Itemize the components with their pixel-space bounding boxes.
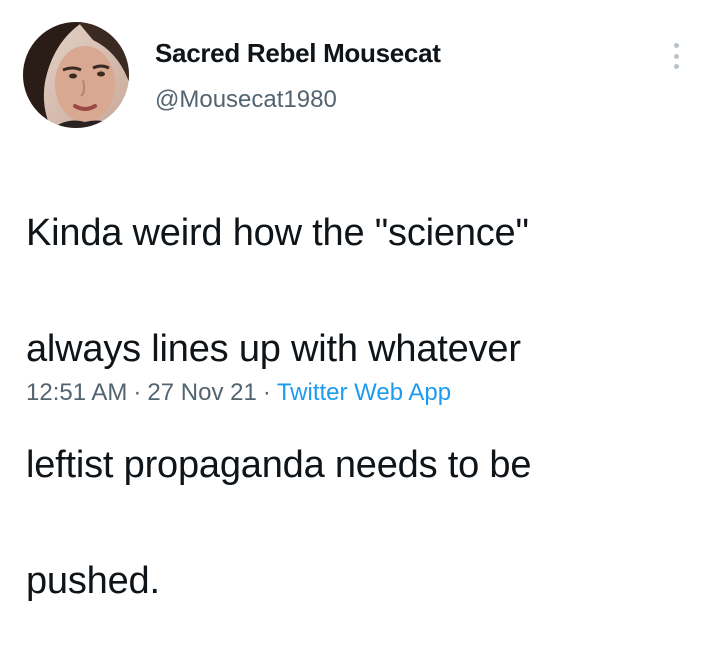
display-name[interactable]: Sacred Rebel Mousecat: [155, 38, 441, 69]
tweet-text-line: Kinda weird how the "science": [26, 212, 529, 254]
more-vertical-icon[interactable]: [664, 40, 688, 72]
profile-photo: [23, 22, 129, 128]
tweet-text-line: always lines up with whatever: [26, 328, 521, 370]
dot: [673, 43, 679, 48]
separator: ·: [133, 379, 142, 406]
tweet-time[interactable]: 12:51 AM: [26, 379, 127, 406]
tweet-card: Sacred Rebel Mousecat @Mousecat1980 Kind…: [0, 0, 713, 602]
dot: [673, 53, 679, 59]
tweet-meta: 12:51 AM · 27 Nov 21 · Twitter Web App: [26, 379, 451, 407]
tweet-date[interactable]: 27 Nov 21: [147, 379, 256, 406]
separator: ·: [262, 379, 271, 406]
tweet-text-line: pushed.: [26, 560, 160, 602]
user-handle[interactable]: @Mousecat1980: [155, 86, 337, 114]
dot: [673, 64, 679, 69]
avatar[interactable]: [23, 22, 129, 128]
tweet-text: Kinda weird how the "science" always lin…: [26, 146, 686, 668]
tweet-text-line: leftist propaganda needs to be: [26, 444, 532, 486]
tweet-source-link[interactable]: Twitter Web App: [277, 379, 451, 406]
